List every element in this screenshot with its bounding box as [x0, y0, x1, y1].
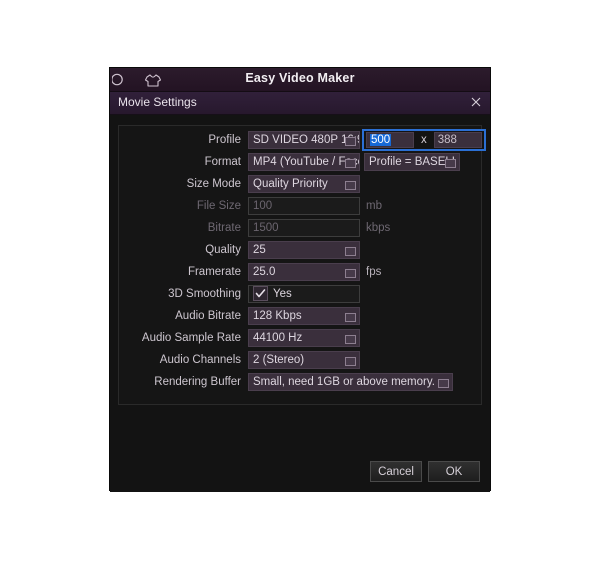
unit-label: fps — [366, 265, 382, 278]
dimensions-group[interactable]: 500 x 388 — [362, 128, 486, 151]
height-input[interactable]: 388 — [433, 131, 482, 148]
row-label: Size Mode — [186, 177, 241, 190]
screenshot-root: Easy Video Maker Movie Settings Profile S… — [0, 0, 600, 563]
dropdown-field[interactable]: 25.0 — [248, 262, 360, 281]
format-profile-dropdown[interactable]: Profile = BASELI — [364, 152, 460, 171]
app-titlebar: Easy Video Maker — [110, 68, 490, 92]
chevron-down-icon[interactable] — [345, 268, 356, 278]
unit-label: mb — [366, 199, 382, 212]
dropdown-field[interactable]: MP4 (YouTube / Face — [248, 152, 360, 171]
dropdown-field[interactable]: 25 — [248, 240, 360, 259]
settings-row: Audio Sample Rate 44100 Hz — [119, 328, 360, 347]
settings-row: Profile SD VIDEO 480P 16:9 500 x 388 — [119, 128, 486, 151]
settings-form-panel: Profile SD VIDEO 480P 16:9 500 x 388 Format MP… — [118, 125, 486, 405]
checkbox-field[interactable]: Yes — [248, 284, 360, 303]
dropdown-field[interactable]: Small, need 1GB or above memory. — [248, 372, 453, 391]
settings-row: 3D Smoothing Yes — [119, 284, 360, 303]
text-input: 1500 — [248, 218, 360, 237]
field-value: 1500 — [253, 221, 279, 234]
chevron-down-icon[interactable] — [345, 334, 356, 344]
field-value: MP4 (YouTube / Face — [253, 155, 360, 168]
field-value: 25.0 — [253, 265, 276, 278]
check-icon[interactable] — [253, 286, 268, 301]
field-value: Yes — [273, 287, 292, 300]
chevron-down-icon[interactable] — [345, 312, 356, 322]
row-label: Profile — [208, 133, 241, 146]
settings-row: Audio Bitrate 128 Kbps — [119, 306, 360, 325]
field-value: 25 — [253, 243, 266, 256]
settings-row: Quality 25 — [119, 240, 360, 259]
dropdown-field[interactable]: Quality Priority — [248, 174, 360, 193]
settings-row: Format MP4 (YouTube / Face Profile = BASEL… — [119, 152, 460, 171]
app-title: Easy Video Maker — [245, 71, 355, 85]
row-label: 3D Smoothing — [168, 287, 241, 300]
dropdown-field[interactable]: SD VIDEO 480P 16:9 — [248, 130, 360, 149]
row-label: Format — [204, 155, 241, 168]
settings-row: Bitrate 1500 kbps — [119, 218, 390, 237]
chevron-down-icon[interactable] — [345, 158, 356, 168]
dropdown-field[interactable]: 44100 Hz — [248, 328, 360, 347]
field-value: Quality Priority — [253, 177, 328, 190]
width-input[interactable]: 500 — [366, 131, 414, 148]
row-label: Quality — [205, 243, 241, 256]
height-value: 388 — [437, 133, 457, 146]
dropdown-field[interactable]: 128 Kbps — [248, 306, 360, 325]
field-value: 44100 Hz — [253, 331, 303, 344]
dialog-title: Movie Settings — [118, 95, 197, 109]
field-value: 2 (Stereo) — [253, 353, 305, 366]
settings-row: File Size 100 mb — [119, 196, 382, 215]
text-input: 100 — [248, 196, 360, 215]
width-value: 500 — [370, 133, 392, 146]
unit-label: kbps — [366, 221, 391, 234]
row-label: File Size — [196, 199, 241, 212]
application-window: Easy Video Maker Movie Settings Profile S… — [110, 68, 490, 492]
row-label: Rendering Buffer — [154, 375, 241, 388]
settings-row: Rendering Buffer Small, need 1GB or above… — [119, 372, 453, 391]
settings-row: Audio Channels 2 (Stereo) — [119, 350, 360, 369]
row-label: Framerate — [187, 265, 241, 278]
dimension-separator: x — [421, 133, 427, 146]
cancel-button[interactable]: Cancel — [370, 461, 422, 482]
row-label: Audio Bitrate — [175, 309, 241, 322]
close-icon[interactable] — [468, 94, 484, 110]
dropdown-field[interactable]: 2 (Stereo) — [248, 350, 360, 369]
field-value: SD VIDEO 480P 16:9 — [253, 133, 360, 146]
ok-button[interactable]: OK — [428, 461, 480, 482]
field-value: 100 — [253, 199, 273, 212]
chevron-down-icon[interactable] — [445, 158, 456, 168]
dialog-body: Profile SD VIDEO 480P 16:9 500 x 388 Format MP… — [110, 115, 490, 492]
field-value: 128 Kbps — [253, 309, 302, 322]
settings-row: Size Mode Quality Priority — [119, 174, 360, 193]
field-value: Profile = BASELI — [369, 155, 455, 168]
chevron-down-icon[interactable] — [345, 180, 356, 190]
chevron-down-icon[interactable] — [438, 378, 449, 388]
row-label: Bitrate — [207, 221, 241, 234]
chevron-down-icon[interactable] — [345, 136, 356, 146]
chevron-down-icon[interactable] — [345, 356, 356, 366]
settings-row: Framerate 25.0 fps — [119, 262, 381, 281]
field-value: Small, need 1GB or above memory. — [253, 375, 435, 388]
chevron-down-icon[interactable] — [345, 246, 356, 256]
dialog-header: Movie Settings — [110, 92, 490, 115]
row-label: Audio Channels — [159, 353, 241, 366]
row-label: Audio Sample Rate — [141, 331, 241, 344]
